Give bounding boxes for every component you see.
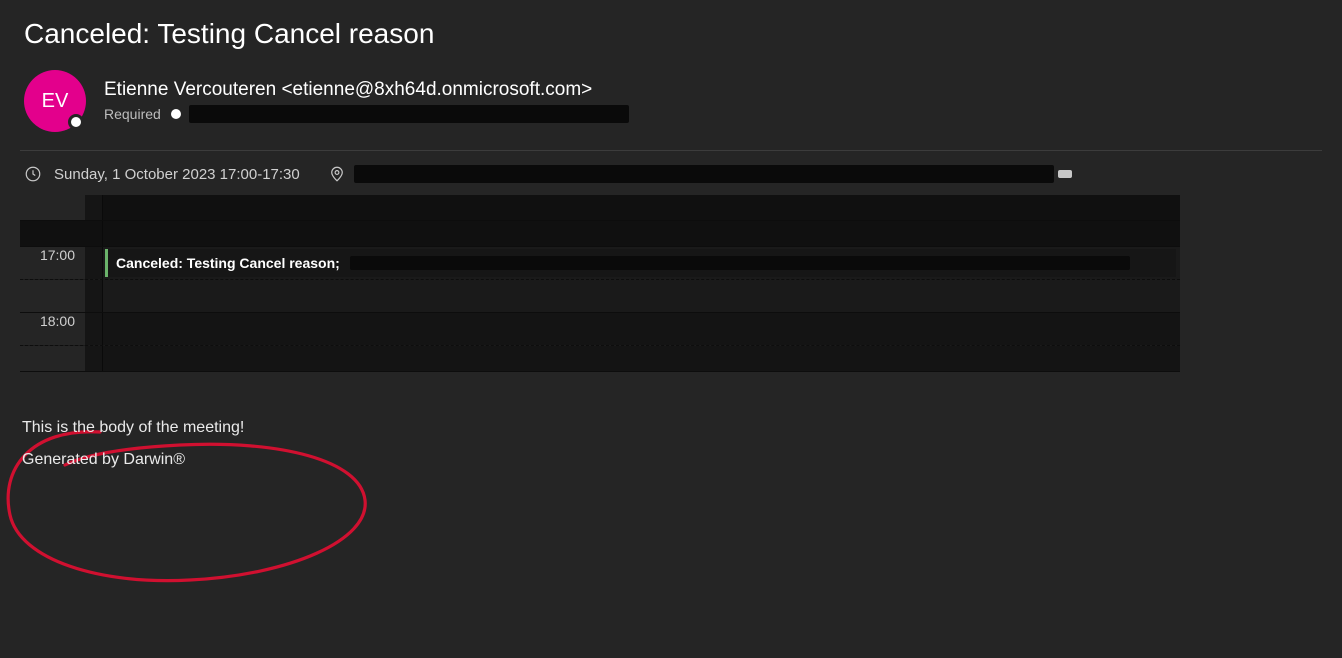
presence-indicator — [68, 114, 84, 130]
time-gutter — [20, 195, 85, 220]
cal-slot-1800[interactable] — [103, 313, 1180, 345]
cal-slot-header[interactable] — [103, 195, 1180, 220]
cal-slot-1730[interactable] — [103, 280, 1180, 312]
allday-gap — [85, 221, 103, 246]
attendance-label: Required — [104, 106, 161, 122]
meeting-body: This is the body of the meeting! Generat… — [0, 372, 1342, 476]
page-title: Canceled: Testing Cancel reason — [0, 0, 1342, 70]
redacted-attendee — [189, 105, 629, 123]
time-location-row: Sunday, 1 October 2023 17:00-17:30 — [0, 161, 1342, 195]
time-gutter — [20, 346, 85, 371]
divider — [20, 150, 1322, 151]
calendar-preview[interactable]: 17:00 Canceled: Testing Cancel reason; 1… — [20, 195, 1180, 372]
sender-row: EV Etienne Vercouteren <etienne@8xh64d.o… — [0, 70, 1342, 150]
location-tail — [1058, 170, 1072, 178]
time-label-17: 17:00 — [20, 247, 85, 279]
clock-icon — [24, 165, 42, 183]
body-line-2: Generated by Darwin® — [22, 444, 1342, 476]
allday-gap — [85, 280, 103, 312]
body-line-1: This is the body of the meeting! — [22, 412, 1342, 444]
sender-display: Etienne Vercouteren <etienne@8xh64d.onmi… — [104, 79, 629, 101]
cal-slot-1830[interactable] — [103, 346, 1180, 371]
allday-gap — [85, 195, 103, 220]
attendee-presence-dot — [171, 109, 181, 119]
avatar[interactable]: EV — [24, 70, 86, 132]
cal-slot-header[interactable] — [103, 221, 1180, 246]
redacted-location — [354, 165, 1054, 183]
redacted-event-detail — [350, 256, 1130, 270]
calendar-event-title: Canceled: Testing Cancel reason; — [116, 255, 340, 271]
allday-gap — [85, 313, 103, 345]
meeting-time-text: Sunday, 1 October 2023 17:00-17:30 — [54, 166, 300, 183]
allday-gap — [85, 346, 103, 371]
time-label-18: 18:00 — [20, 313, 85, 345]
time-gutter — [20, 280, 85, 312]
allday-gap — [85, 247, 103, 279]
location-icon — [328, 165, 346, 183]
avatar-initials: EV — [42, 90, 69, 113]
time-gutter — [20, 221, 85, 246]
cal-slot-1700[interactable]: Canceled: Testing Cancel reason; — [103, 247, 1180, 279]
calendar-event[interactable]: Canceled: Testing Cancel reason; — [105, 249, 1176, 277]
